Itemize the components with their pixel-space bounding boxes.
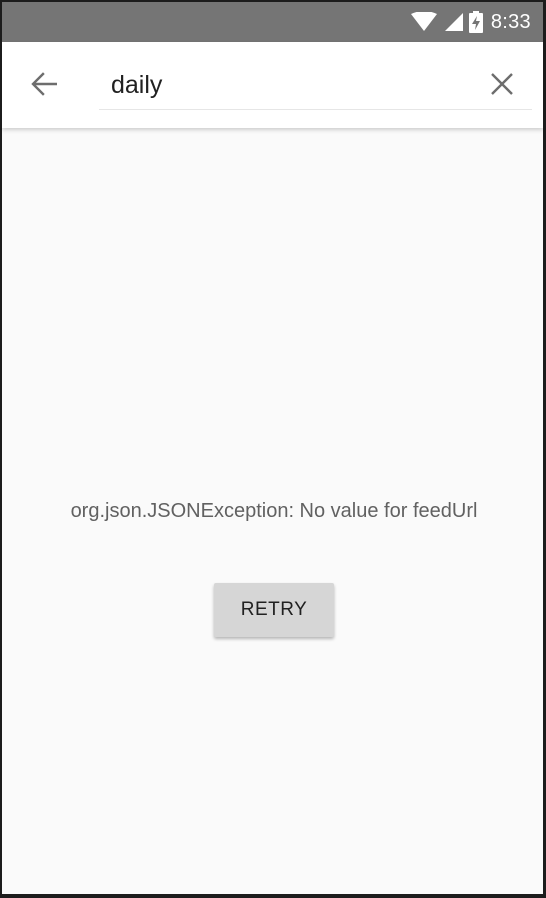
status-bar: 8:33 bbox=[2, 2, 543, 42]
back-button[interactable] bbox=[24, 66, 64, 106]
cellular-signal-icon bbox=[443, 12, 463, 32]
arrow-back-icon bbox=[31, 71, 58, 102]
status-time: 8:33 bbox=[490, 10, 531, 33]
app-screen: 8:33 org.json.JSONException: No value fo… bbox=[2, 2, 543, 894]
search-input[interactable] bbox=[111, 64, 471, 106]
search-toolbar bbox=[2, 42, 543, 128]
close-icon bbox=[490, 72, 514, 101]
clear-search-button[interactable] bbox=[482, 66, 522, 106]
retry-button[interactable]: RETRY bbox=[214, 583, 334, 637]
search-field bbox=[99, 60, 532, 110]
error-message: org.json.JSONException: No value for fee… bbox=[70, 500, 478, 522]
battery-charging-icon bbox=[468, 11, 483, 33]
wifi-icon bbox=[410, 12, 437, 32]
